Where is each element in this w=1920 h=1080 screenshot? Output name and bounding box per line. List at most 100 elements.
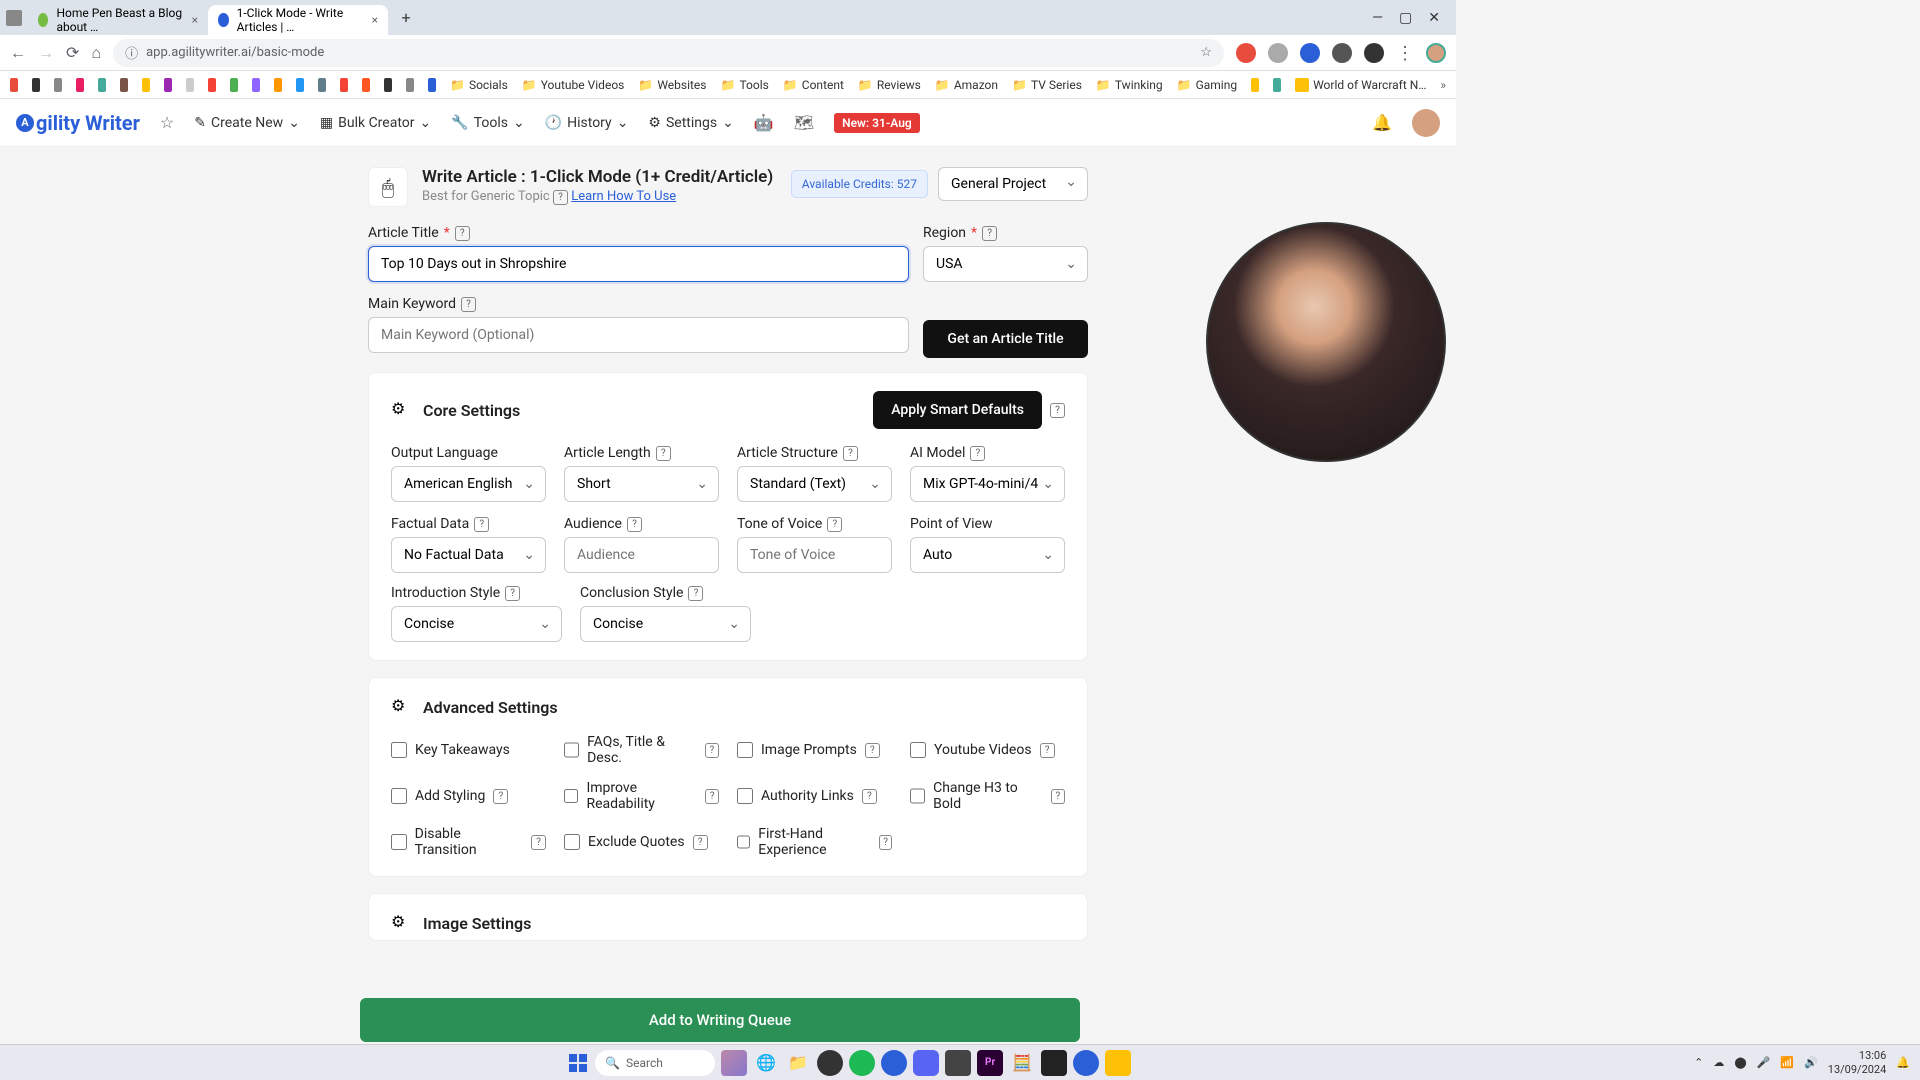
pov-select[interactable]: Auto (910, 537, 1065, 573)
article-structure-select[interactable]: Standard (Text) (737, 466, 892, 502)
help-icon[interactable]: ? (531, 835, 546, 850)
bm-icon[interactable] (230, 78, 238, 92)
bookmark-folder[interactable]: 📁 Socials (450, 78, 508, 92)
bm-icon[interactable] (252, 78, 260, 92)
bookmark-folder[interactable]: 📁 Gaming (1177, 78, 1237, 92)
help-icon[interactable]: ? (688, 586, 703, 601)
article-length-select[interactable]: Short (564, 466, 719, 502)
bookmark-folder[interactable]: 📁 Twinking (1096, 78, 1163, 92)
checkbox[interactable] (564, 788, 578, 804)
bookmark-folder[interactable]: 📁 Websites (638, 78, 706, 92)
check-authority[interactable]: Authority Links ? (737, 780, 892, 812)
taskbar-spotify-icon[interactable] (849, 1050, 875, 1076)
help-icon[interactable]: ? (843, 446, 858, 461)
bm-icon[interactable] (296, 78, 304, 92)
browser-tab-1[interactable]: 1-Click Mode - Write Articles | … × (208, 5, 388, 35)
bm-icon[interactable] (32, 78, 40, 92)
bm-icon[interactable] (54, 78, 62, 92)
taskbar-app-icon[interactable] (945, 1050, 971, 1076)
nav-history[interactable]: 🕐 History ⌄ (545, 115, 629, 131)
help-icon[interactable]: ? (493, 789, 508, 804)
taskbar-app-icon[interactable] (721, 1050, 747, 1076)
bookmark-folder[interactable]: 📁 TV Series (1012, 78, 1082, 92)
bm-icon[interactable] (142, 78, 150, 92)
close-tab-icon[interactable]: × (192, 13, 198, 27)
tab-dropdown-icon[interactable] (6, 10, 22, 26)
check-prompts[interactable]: Image Prompts ? (737, 734, 892, 766)
bookmark-star-icon[interactable]: ☆ (1200, 45, 1212, 60)
taskbar-app-icon[interactable] (1041, 1050, 1067, 1076)
logo[interactable]: Agility Writer (16, 111, 140, 135)
output-language-select[interactable]: American English (391, 466, 546, 502)
bookmark-item[interactable]: World of Warcraft N… (1295, 78, 1426, 92)
help-icon[interactable]: ? (656, 446, 671, 461)
check-readability[interactable]: Improve Readability ? (564, 780, 719, 812)
url-input[interactable]: ⓘ app.agilitywriter.ai/basic-mode ☆ (113, 39, 1224, 67)
ext-icon[interactable] (1332, 43, 1352, 63)
help-icon[interactable]: ? (627, 517, 642, 532)
project-select[interactable]: General Project (938, 167, 1088, 201)
help-icon[interactable]: ? (705, 789, 719, 804)
checkbox[interactable] (737, 834, 750, 850)
site-info-icon[interactable]: ⓘ (125, 43, 138, 62)
conclusion-style-select[interactable]: Concise (580, 606, 751, 642)
taskbar-app-icon[interactable] (881, 1050, 907, 1076)
bm-icon[interactable] (164, 78, 172, 92)
help-icon[interactable]: ? (705, 743, 719, 758)
bm-icon[interactable] (428, 78, 436, 92)
help-icon[interactable]: ? (553, 190, 568, 205)
help-icon[interactable]: ? (862, 789, 877, 804)
start-button[interactable] (567, 1052, 589, 1074)
bookmark-folder[interactable]: 📁 Youtube Videos (522, 78, 625, 92)
apply-defaults-button[interactable]: Apply Smart Defaults (873, 391, 1042, 429)
checkbox[interactable] (910, 788, 925, 804)
star-icon[interactable]: ☆ (160, 113, 174, 132)
tray-wifi-icon[interactable]: 📶 (1780, 1056, 1794, 1069)
bm-icon[interactable] (340, 78, 348, 92)
taskbar-search[interactable]: 🔍Search (595, 1050, 715, 1076)
help-icon[interactable]: ? (505, 586, 520, 601)
region-select[interactable]: USA (923, 246, 1088, 282)
bm-icon[interactable] (1251, 78, 1259, 92)
home-icon[interactable]: ⌂ (91, 43, 101, 63)
ext-icon[interactable] (1268, 43, 1288, 63)
check-youtube[interactable]: Youtube Videos ? (910, 734, 1065, 766)
help-icon[interactable]: ? (461, 297, 476, 312)
taskbar-calc-icon[interactable]: 🧮 (1009, 1050, 1035, 1076)
bm-icon[interactable] (98, 78, 106, 92)
new-tab-button[interactable]: + (394, 6, 418, 30)
taskbar-chrome-icon[interactable]: 🌐 (753, 1050, 779, 1076)
bell-icon[interactable]: 🔔 (1372, 113, 1392, 132)
ext-icon[interactable] (1236, 43, 1256, 63)
help-icon[interactable]: ? (865, 743, 880, 758)
help-icon[interactable]: ? (1051, 789, 1065, 804)
bm-icon[interactable] (186, 78, 194, 92)
check-styling[interactable]: Add Styling ? (391, 780, 546, 812)
checkbox[interactable] (391, 742, 407, 758)
tray-mic-icon[interactable]: 🎤 (1757, 1056, 1771, 1069)
audience-input[interactable] (564, 537, 719, 573)
bookmark-folder[interactable]: 📁 Amazon (935, 78, 998, 92)
check-h3bold[interactable]: Change H3 to Bold ? (910, 780, 1065, 812)
intro-style-select[interactable]: Concise (391, 606, 562, 642)
check-quotes[interactable]: Exclude Quotes ? (564, 826, 719, 858)
bm-icon[interactable] (76, 78, 84, 92)
bookmark-folder[interactable]: 📁 Reviews (858, 78, 921, 92)
nav-create-new[interactable]: ✎ Create New ⌄ (194, 115, 300, 131)
help-icon[interactable]: ? (1040, 743, 1055, 758)
checkbox[interactable] (564, 834, 580, 850)
bm-icon[interactable] (318, 78, 326, 92)
nav-bulk-creator[interactable]: ▦ Bulk Creator ⌄ (320, 115, 431, 131)
check-transition[interactable]: Disable Transition ? (391, 826, 546, 858)
user-avatar[interactable] (1412, 109, 1440, 137)
menu-icon[interactable]: ⋮ (1396, 43, 1414, 63)
close-tab-icon[interactable]: × (372, 13, 378, 27)
taskbar-app-icon[interactable] (817, 1050, 843, 1076)
check-faqs[interactable]: FAQs, Title & Desc. ? (564, 734, 719, 766)
checkbox[interactable] (564, 742, 579, 758)
check-firsthand[interactable]: First-Hand Experience ? (737, 826, 892, 858)
help-icon[interactable]: ? (827, 517, 842, 532)
maximize-icon[interactable]: ▢ (1399, 10, 1412, 26)
bookmarks-overflow-icon[interactable]: » (1440, 78, 1446, 92)
bm-icon[interactable] (1273, 78, 1281, 92)
